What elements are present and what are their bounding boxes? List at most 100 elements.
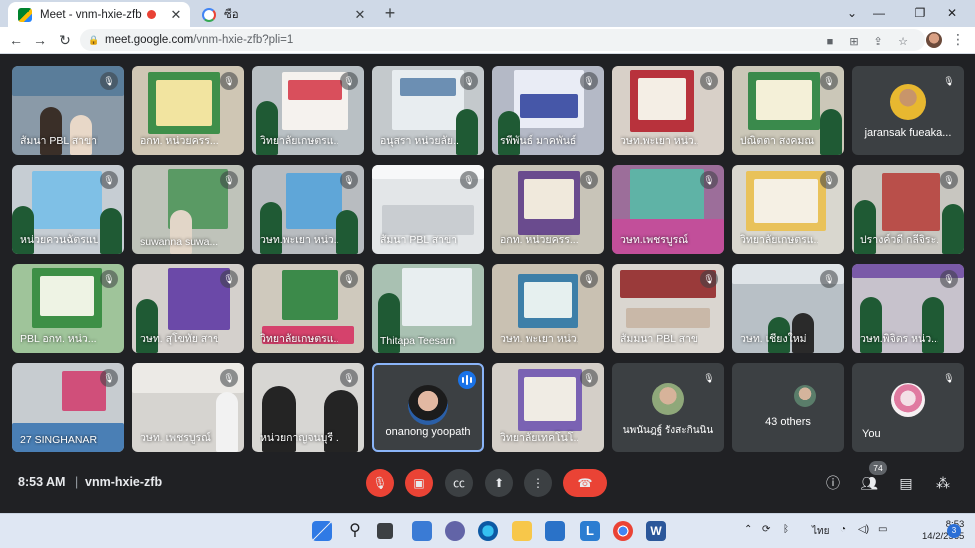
participant-tile[interactable]: สัมมนา PBL สาข... 🎙︎ — [612, 264, 724, 353]
participant-name: onanong yoopath — [385, 426, 471, 438]
video-off-icon: ▣ — [413, 476, 425, 490]
bookmark-star-icon[interactable]: ☆ — [895, 34, 911, 50]
forward-icon[interactable]: → — [30, 30, 50, 50]
mic-toggle-button[interactable]: 🎙︎ — [366, 469, 394, 497]
participant-name: นพนันฎฐ์ รังสะกินนิน — [622, 425, 714, 436]
meet-favicon-icon — [18, 7, 32, 22]
chrome-icon[interactable] — [613, 521, 633, 541]
mic-off-icon: 🎙︎ — [220, 270, 238, 288]
input-language[interactable]: ไทย — [812, 524, 829, 539]
back-icon[interactable]: ← — [6, 30, 26, 50]
camera-toggle-button[interactable]: ▣ — [405, 469, 433, 497]
chat-teams-icon[interactable] — [445, 521, 465, 541]
participant-tile[interactable]: อนุสรา หน่วยลัย... 🎙︎ — [372, 66, 484, 155]
profile-avatar[interactable] — [926, 32, 942, 48]
participant-tile-speaking[interactable]: onanong yoopath — [372, 363, 484, 452]
participant-tile[interactable]: วษท.เพชรบูรณ์ 🎙︎ — [612, 165, 724, 254]
tray-chevron-icon[interactable]: ⌃ — [744, 524, 752, 535]
participant-tile[interactable]: jaransak fueaka... 🎙︎ — [852, 66, 964, 155]
reload-icon[interactable]: ↻ — [55, 30, 75, 50]
more-options-button[interactable]: ⋮ — [524, 469, 552, 497]
participant-tile[interactable]: วษท.พะเยา หน่ว... 🎙︎ — [612, 66, 724, 155]
line-app-icon[interactable]: L — [580, 521, 600, 541]
leave-call-button[interactable]: ☎ — [563, 469, 607, 497]
participant-tile[interactable]: ปรางค์วดี กลีจิระ... 🎙︎ — [852, 165, 964, 254]
mic-off-icon: 🎙︎ — [940, 171, 958, 189]
participant-name: วษท.เพชรบูรณ์ — [620, 234, 688, 246]
file-explorer-icon[interactable] — [512, 521, 532, 541]
browser-menu-icon[interactable]: ⋮ — [951, 31, 965, 48]
participant-name: อกท. หน่วยครร... — [140, 135, 218, 147]
people-icon[interactable]: 👥︎ — [858, 472, 880, 494]
close-window-icon[interactable]: ✕ — [929, 0, 975, 27]
widgets-icon[interactable] — [412, 521, 432, 541]
task-view-icon[interactable] — [377, 523, 393, 539]
meeting-info-icon[interactable]: ⓘ — [822, 472, 844, 494]
participant-tile[interactable]: วิทยาลัยเกษตรแ... 🎙︎ — [252, 66, 364, 155]
tab-search[interactable]: ซือ ✕ — [192, 2, 374, 27]
self-tile[interactable]: You 🎙︎ — [852, 363, 964, 452]
participant-tile[interactable]: ปณิตตา สงคมณ 🎙︎ — [732, 66, 844, 155]
participant-tile[interactable]: PBL อกท. หน่ว... 🎙︎ — [12, 264, 124, 353]
participant-tile[interactable]: วษท.พิจิตร หน่ว... 🎙︎ — [852, 264, 964, 353]
participant-tile[interactable]: สัมนา PBL สาขาว... 🎙︎ — [12, 66, 124, 155]
word-icon[interactable]: W — [646, 521, 666, 541]
minimize-icon[interactable]: — — [856, 0, 902, 27]
search-icon[interactable]: ⚲ — [345, 521, 365, 541]
participant-tile[interactable]: อกท. หน่วยครร... 🎙︎ — [132, 66, 244, 155]
chat-icon[interactable]: ▤ — [895, 472, 917, 494]
share-icon[interactable]: ⇪ — [870, 34, 886, 50]
participant-tile[interactable]: วษท. พะเยา หน่ว... 🎙︎ — [492, 264, 604, 353]
mic-off-icon: 🎙︎ — [700, 171, 718, 189]
participant-tile[interactable]: วษท. เชียงใหม่ 🎙︎ — [732, 264, 844, 353]
address-bar[interactable]: 🔒 meet.google.com/vnm-hxie-zfb?pli=1 ■ ⊞… — [80, 29, 925, 51]
edge-icon[interactable] — [478, 521, 498, 541]
tab-meet[interactable]: Meet - vnm-hxie-zfb ✕ — [8, 2, 190, 27]
camera-icon[interactable]: ■ — [822, 34, 838, 50]
participant-tile[interactable]: อกท. หน่วยครร... 🎙︎ — [492, 165, 604, 254]
start-icon[interactable] — [312, 521, 332, 541]
mic-off-icon: 🎙︎ — [820, 171, 838, 189]
activities-icon[interactable]: ⁂ — [932, 472, 954, 494]
tray-bluetooth-icon[interactable]: ᛒ — [783, 524, 789, 535]
participant-tile[interactable]: สัมนา PBL สาขา... 🎙︎ — [372, 165, 484, 254]
participant-name: วษท. เชียงใหม่ — [740, 333, 807, 345]
tab-title: ซือ — [224, 8, 239, 21]
participant-tile[interactable]: รพีพันธ์ มาคพันธ์ 🎙︎ — [492, 66, 604, 155]
translate-icon[interactable]: ⊞ — [846, 34, 862, 50]
participant-tile[interactable]: 27 SINGHANAR... 🎙︎ — [12, 363, 124, 452]
captions-button[interactable]: ㏄ — [445, 469, 473, 497]
mic-off-icon: 🎙︎ — [340, 72, 358, 90]
avatar — [891, 383, 925, 417]
participant-tile[interactable]: วิทยาลัยเทคโนโ... 🎙︎ — [492, 363, 604, 452]
participant-tile[interactable]: วิทยาลัยเกษตรแ... 🎙︎ — [252, 264, 364, 353]
call-controls-bar: 8:53 AM | vnm-hxie-zfb 🎙︎ ▣ ㏄ ⬆ ⋮ ☎ ⓘ 👥︎… — [0, 461, 975, 513]
participant-tile[interactable]: หน่วยควนฉัตรแป... 🎙︎ — [12, 165, 124, 254]
participant-name: 27 SINGHANAR... — [20, 434, 98, 446]
participant-name: วิทยาลัยเทคโนโ... — [500, 432, 578, 444]
volume-icon[interactable]: ◁) — [858, 524, 869, 535]
participant-tile[interactable]: นพนันฎฐ์ รังสะกินนิน 🎙︎ — [612, 363, 724, 452]
more-vert-icon: ⋮ — [532, 476, 544, 490]
mail-icon[interactable] — [545, 521, 565, 541]
avatar — [652, 383, 684, 415]
others-tile[interactable]: 43 others — [732, 363, 844, 452]
participant-tile[interactable]: วษท.พะเยา หน่ว... 🎙︎ — [252, 165, 364, 254]
battery-icon[interactable]: ▭ — [878, 524, 887, 535]
participant-tile[interactable]: หน่วยกาญจนบุรี ... 🎙︎ — [252, 363, 364, 452]
new-tab-icon[interactable]: + — [380, 3, 400, 23]
participant-tile[interactable]: วษท. เพชรบูรณ์ 🎙︎ — [132, 363, 244, 452]
meeting-code: vnm-hxie-zfb — [85, 475, 163, 489]
participant-tile[interactable]: วษท. สุโขทัย สาข... 🎙︎ — [132, 264, 244, 353]
participant-tile[interactable]: Thitapa Teesarn — [372, 264, 484, 353]
close-tab-icon[interactable]: ✕ — [168, 7, 184, 23]
present-button[interactable]: ⬆ — [485, 469, 513, 497]
close-tab-icon[interactable]: ✕ — [352, 7, 368, 23]
participant-tile[interactable]: วิทยาลัยเกษตรแ... 🎙︎ — [732, 165, 844, 254]
wifi-icon[interactable]: ◔ — [840, 524, 846, 535]
participant-tile[interactable]: suwanna suwa... 🎙︎ — [132, 165, 244, 254]
mic-off-icon: 🎙︎ — [220, 72, 238, 90]
tray-sync-icon[interactable]: ⟳ — [762, 524, 770, 535]
captions-icon: ㏄ — [452, 476, 465, 490]
notification-badge[interactable]: 3 — [947, 524, 961, 538]
